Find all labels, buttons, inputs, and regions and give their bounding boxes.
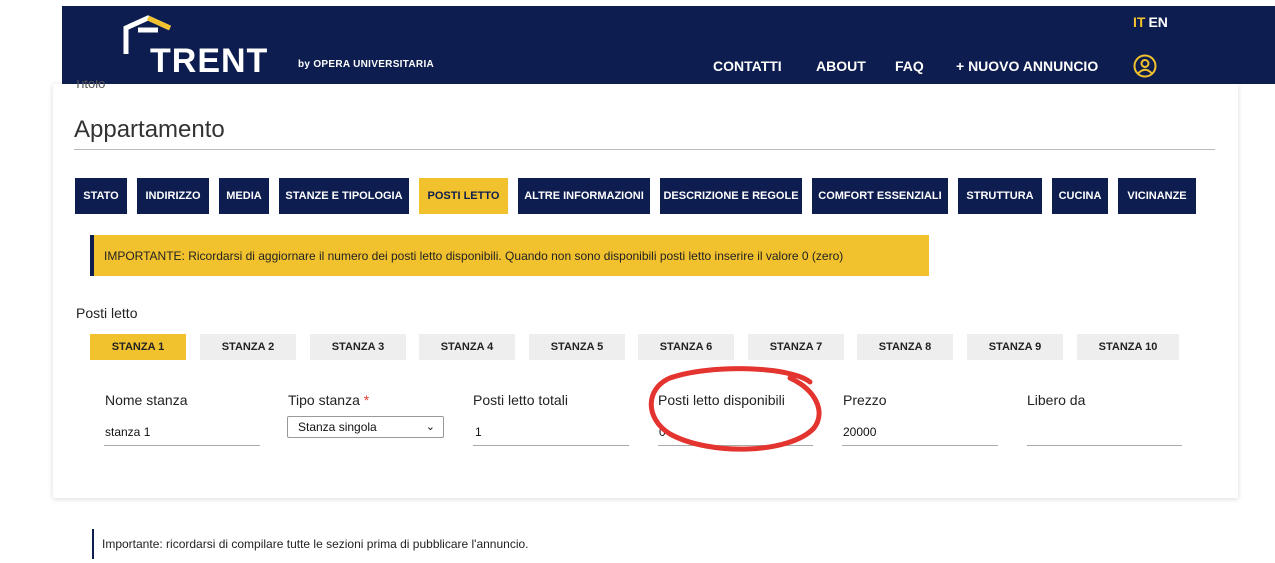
nav-nuovo-annuncio[interactable]: + NUOVO ANNUNCIO [956,58,1098,74]
prezzo-label: Prezzo [843,392,887,408]
tab-stato[interactable]: STATO [75,178,127,214]
trent-logo[interactable]: TRENT by OPERA UNIVERSITARIA [118,6,434,84]
highlight-circle-annotation [648,366,822,452]
lang-it[interactable]: IT [1133,14,1145,30]
lang-en[interactable]: EN [1148,14,1167,30]
page: TRENT by OPERA UNIVERSITARIA CONTATTI AB… [0,0,1275,563]
tab-descrizione-e-regole[interactable]: DESCRIZIONE E REGOLE [660,178,802,214]
room-tab-5[interactable]: STANZA 5 [529,334,625,360]
tab-altre-informazioni[interactable]: ALTRE INFORMAZIONI [518,178,650,214]
tab-vicinanze[interactable]: VICINANZE [1118,178,1196,214]
tab-cucina[interactable]: CUCINA [1052,178,1108,214]
footer-note-text: Importante: ricordarsi di compilare tutt… [102,537,529,551]
tipo-stanza-select[interactable]: Stanza singola ⌄ [287,416,444,438]
tipo-stanza-value: Stanza singola [298,420,377,434]
libero-da-label: Libero da [1027,392,1086,408]
libero-da-underline [1027,445,1182,446]
nav-about[interactable]: ABOUT [816,58,866,74]
posti-totali-label: Posti letto totali [473,392,568,408]
room-tab-1[interactable]: STANZA 1 [90,334,186,360]
tipo-stanza-label: Tipo stanza * [288,392,369,408]
posti-totali-input[interactable]: 1 [475,425,482,439]
nome-stanza-underline [104,445,260,446]
nav-contatti[interactable]: CONTATTI [713,58,782,74]
tab-stanze-e-tipologia[interactable]: STANZE E TIPOLOGIA [279,178,409,214]
room-tab-4[interactable]: STANZA 4 [419,334,515,360]
prezzo-underline [842,445,998,446]
room-tab-9[interactable]: STANZA 9 [967,334,1063,360]
room-tab-7[interactable]: STANZA 7 [748,334,844,360]
tab-comfort-essenziali[interactable]: COMFORT ESSENZIALI [812,178,948,214]
prezzo-input[interactable]: 20000 [843,425,876,439]
tab-struttura[interactable]: STRUTTURA [958,178,1042,214]
footer-note: Importante: ricordarsi di compilare tutt… [92,529,529,559]
important-alert: IMPORTANTE: Ricordarsi di aggiornare il … [90,235,929,276]
section-label-posti-letto: Posti letto [76,305,138,321]
logo-text: TRENT [150,42,269,80]
nome-stanza-input[interactable]: stanza 1 [105,425,150,439]
tab-media[interactable]: MEDIA [219,178,269,214]
room-tab-3[interactable]: STANZA 3 [310,334,406,360]
divider [74,149,1215,150]
tab-posti-letto[interactable]: POSTI LETTO [419,178,508,214]
user-account-icon[interactable] [1133,54,1157,78]
listing-title: Appartamento [74,116,225,143]
alert-text: IMPORTANTE: Ricordarsi di aggiornare il … [104,248,844,263]
chevron-down-icon: ⌄ [425,421,435,433]
room-tab-8[interactable]: STANZA 8 [857,334,953,360]
nome-stanza-label: Nome stanza [105,392,188,408]
language-switch: IT EN [1133,14,1168,30]
titolo-label: Titolo [74,80,106,90]
room-tab-10[interactable]: STANZA 10 [1077,334,1179,360]
logo-by-text: by OPERA UNIVERSITARIA [298,59,435,70]
required-asterisk: * [363,392,370,408]
tipo-stanza-label-text: Tipo stanza [288,392,360,408]
posti-totali-underline [473,445,629,446]
tab-indirizzo[interactable]: INDIRIZZO [137,178,209,214]
room-tab-2[interactable]: STANZA 2 [200,334,296,360]
room-tab-6[interactable]: STANZA 6 [638,334,734,360]
nav-faq[interactable]: FAQ [895,58,924,74]
